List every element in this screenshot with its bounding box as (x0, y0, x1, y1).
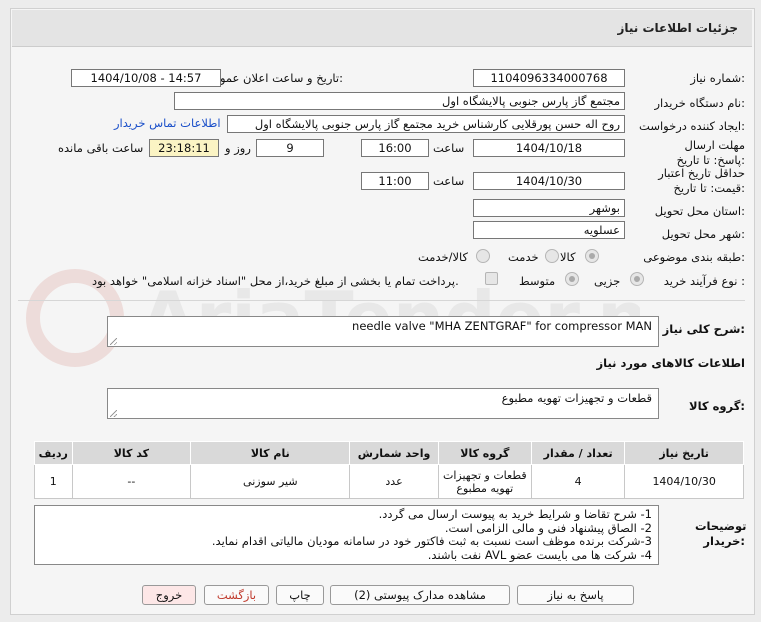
validity-date-field: 1404/10/30 (473, 172, 625, 190)
note-line: 1- شرح تقاضا و شرایط خرید به پیوست ارسال… (378, 507, 652, 521)
province-field: بوشهر (473, 199, 625, 217)
goods-info-heading: اطلاعات کالاهای مورد نیاز (596, 356, 745, 370)
goods-group-text: قطعات و تجهیزات تهویه مطبوع (501, 391, 652, 405)
treasury-checkbox[interactable] (485, 272, 498, 285)
need-number-label: شماره نیاز: (690, 71, 745, 85)
reply-button[interactable]: پاسخ به نیاز (517, 585, 634, 605)
exit-button[interactable]: خروج (142, 585, 196, 605)
purchase-type-label: نوع فرآیند خرید : (663, 274, 745, 288)
category-option-service: خدمت (508, 250, 539, 264)
payment-note: پرداخت تمام یا بخشی از مبلغ خرید،از محل … (92, 274, 459, 288)
purchase-option-minor: جزیی (594, 274, 621, 288)
column-header: واحد شمارش (349, 441, 439, 465)
reply-deadline-label: مهلت ارسال پاسخ: تا تاریخ: (676, 138, 745, 167)
remaining-time-field: 23:18:11 (149, 139, 219, 157)
price-validity-label: حداقل تاریخ اعتبار قیمت: تا تاریخ: (658, 166, 745, 195)
city-label: شهر محل تحویل: (661, 227, 745, 241)
buyer-notes-textarea: 1- شرح تقاضا و شرایط خرید به پیوست ارسال… (34, 505, 659, 565)
validity-time-field: 11:00 (361, 172, 429, 190)
category-label: طبقه بندی موضوعی: (643, 250, 745, 264)
column-header: تاریخ نیاز (624, 441, 744, 465)
column-header: کد کالا (71, 441, 192, 465)
note-line: 2- الصاق پیشنهاد فنی و مالی الزامی است. (444, 520, 652, 535)
reply-hour-label: ساعت (433, 141, 465, 155)
validity-hour-label: ساعت (433, 174, 465, 188)
back-button[interactable]: بازگشت (204, 585, 269, 605)
cell-quantity: 4 (530, 464, 626, 499)
description-label: شرح کلی نیاز: (662, 322, 745, 336)
cell-item-name: شیر سوزنی (190, 464, 351, 499)
days-remaining-field: 9 (256, 139, 324, 157)
purchase-radio-minor[interactable] (630, 272, 644, 286)
note-line: 4- شرکت ها می بایست عضو AVL نفت باشند. (427, 547, 652, 562)
resize-grip[interactable] (110, 338, 117, 345)
city-field: عسلویه (473, 221, 625, 239)
cell-need-date: 1404/10/30 (624, 464, 744, 499)
contact-info-link[interactable]: اطلاعات تماس خریدار (114, 116, 221, 130)
category-radio-service[interactable] (545, 249, 559, 263)
column-header: ردیف (34, 441, 73, 465)
category-radio-goods[interactable] (585, 249, 599, 263)
reply-time-field: 16:00 (361, 139, 429, 157)
description-textarea: needle valve "MHA ZENTGRAF" for compress… (107, 316, 659, 347)
column-header: گروه کالا (437, 441, 532, 465)
category-radio-goods-service[interactable] (476, 249, 490, 263)
day-and-label: روز و (225, 141, 251, 155)
reply-date-field: 1404/10/18 (473, 139, 625, 157)
cell-item-code: -- (71, 464, 192, 499)
province-label: استان محل تحویل: (654, 204, 745, 218)
announce-datetime-label: تاریخ و ساعت اعلان عمومی: (204, 71, 343, 85)
requester-label: ایجاد کننده درخواست: (639, 119, 745, 133)
buyer-name-field: مجتمع گاز پارس جنوبی پالایشگاه اول (174, 92, 625, 110)
goods-group-textarea: قطعات و تجهیزات تهویه مطبوع (107, 388, 659, 419)
column-header: نام کالا (190, 441, 351, 465)
print-button[interactable]: چاپ (276, 585, 324, 605)
page-header: جزئیات اطلاعات نیاز (12, 10, 752, 47)
need-number-field: 1104096334000768 (473, 69, 625, 87)
table-header-row: ردیف کد کالا نام کالا واحد شمارش گروه کا… (34, 441, 744, 465)
requester-field: روح اله حسن پورقلایی کارشناس خرید مجتمع … (227, 115, 625, 133)
page-title: جزئیات اطلاعات نیاز (617, 21, 738, 35)
description-text: needle valve "MHA ZENTGRAF" for compress… (352, 319, 652, 333)
goods-group-label: گروه کالا: (689, 399, 745, 413)
note-line: 3-شرکت برنده موظف است نسبت به ثبت فاکتور… (211, 534, 652, 548)
purchase-radio-medium[interactable] (565, 272, 579, 286)
purchase-option-medium: متوسط (519, 274, 556, 288)
buyer-notes-label: توضیحات خریدار: (695, 519, 747, 548)
view-attachments-button[interactable]: مشاهده مدارک پیوستی (2) (330, 585, 510, 605)
cell-goods-group: قطعات و تجهیزات تهویه مطبوع (437, 464, 532, 499)
cell-row-number: 1 (34, 464, 73, 499)
items-table: ردیف کد کالا نام کالا واحد شمارش گروه کا… (34, 441, 744, 499)
table-row: 1 -- شیر سوزنی عدد قطعات و تجهیزات تهویه… (34, 464, 744, 499)
column-header: تعداد / مقدار (530, 441, 626, 465)
remaining-label: ساعت باقی مانده (58, 141, 144, 155)
divider (18, 300, 745, 301)
announce-datetime-field: 1404/10/08 - 14:57 (71, 69, 221, 87)
buyer-name-label: نام دستگاه خریدار: (654, 96, 745, 110)
resize-grip[interactable] (110, 410, 117, 417)
category-option-goods: کالا (560, 250, 576, 264)
category-option-goods-service: کالا/خدمت (418, 250, 469, 264)
cell-unit: عدد (349, 464, 439, 499)
